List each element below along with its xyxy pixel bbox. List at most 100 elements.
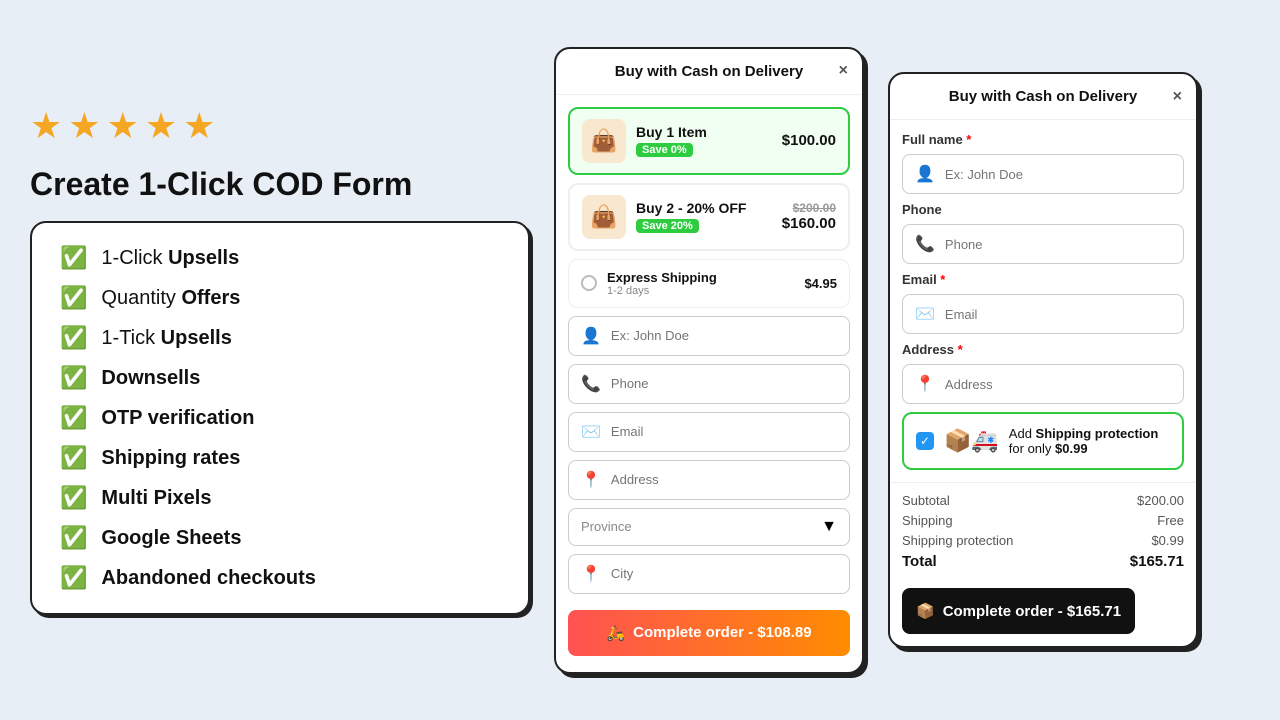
modal1-email-field[interactable]: ✉️ — [568, 412, 850, 452]
modal2-name-field[interactable]: 👤 — [902, 154, 1184, 194]
modal1-title: Buy with Cash on Delivery — [615, 63, 803, 80]
person-icon: 👤 — [581, 326, 601, 346]
order-summary: Subtotal $200.00 Shipping Free Shipping … — [890, 482, 1196, 580]
modal2-phone-input[interactable] — [945, 237, 1171, 252]
modal1-city-input[interactable] — [611, 566, 837, 581]
qty-badge-1: Save 0% — [636, 143, 693, 157]
modal1-phone-input[interactable] — [611, 376, 837, 391]
feature-shipping: ✅ Shipping rates — [60, 445, 500, 471]
check-icon-2: ✅ — [60, 285, 87, 311]
total-value: $165.71 — [1130, 553, 1184, 570]
modal-cod-1: Buy with Cash on Delivery × 👜 Buy 1 Item… — [554, 47, 864, 674]
modal2-body: Full name * 👤 Phone 📞 Email * ✉️ Address… — [890, 120, 1196, 482]
modal2-email-field[interactable]: ✉️ — [902, 294, 1184, 334]
check-icon-9: ✅ — [60, 565, 87, 591]
modal1-name-field[interactable]: 👤 — [568, 316, 850, 356]
city-location-icon: 📍 — [581, 564, 601, 584]
shipping-sub: 1-2 days — [607, 285, 794, 297]
check-icon-5: ✅ — [60, 405, 87, 431]
modal1-header: Buy with Cash on Delivery × — [556, 49, 862, 95]
modal1-province-select[interactable]: Province — [581, 519, 811, 534]
modal2-phone-group: Phone 📞 — [902, 202, 1184, 264]
shipping-option[interactable]: Express Shipping 1-2 days $4.95 — [568, 259, 850, 308]
check-icon-6: ✅ — [60, 445, 87, 471]
modal1-city-field[interactable]: 📍 — [568, 554, 850, 594]
modal-cod-2: Buy with Cash on Delivery × Full name * … — [888, 72, 1198, 648]
star-rating: ★ ★ ★ ★ ★ — [30, 105, 530, 147]
protection-box[interactable]: ✓ 📦🚑 Add Shipping protectionfor only $0.… — [902, 412, 1184, 470]
delivery-icon: 🛵 — [606, 624, 625, 642]
qty-option-2[interactable]: 👜 Buy 2 - 20% OFF Save 20% $200.00 $160.… — [568, 183, 850, 251]
qty-info-2: Buy 2 - 20% OFF Save 20% — [636, 200, 772, 234]
modal2-person-icon: 👤 — [915, 164, 935, 184]
star-2: ★ — [68, 105, 100, 147]
feature-quantity-offers: ✅ Quantity Offers — [60, 285, 500, 311]
star-1: ★ — [30, 105, 62, 147]
phone-icon: 📞 — [581, 374, 601, 394]
page-title: Create 1-Click COD Form — [30, 165, 530, 203]
modal1-email-input[interactable] — [611, 424, 837, 439]
protection-text: Add Shipping protectionfor only $0.99 — [1009, 426, 1159, 456]
shipping-row-summary: Shipping Free — [902, 513, 1184, 528]
modal1-address-input[interactable] — [611, 472, 837, 487]
total-row: Total $165.71 — [902, 553, 1184, 570]
protection-checkbox[interactable]: ✓ — [916, 432, 934, 450]
modal2-phone-label: Phone — [902, 202, 1184, 217]
product-img-1: 👜 — [582, 119, 626, 163]
qty-title-2: Buy 2 - 20% OFF — [636, 200, 772, 216]
shipping-title: Express Shipping — [607, 270, 794, 285]
feature-1tick-upsells: ✅ 1-Tick Upsells — [60, 325, 500, 351]
modal2-email-group: Email * ✉️ — [902, 272, 1184, 334]
check-icon-1: ✅ — [60, 245, 87, 271]
modal2-address-input[interactable] — [945, 377, 1171, 392]
features-box: ✅ 1-Click Upsells ✅ Quantity Offers ✅ 1-… — [30, 221, 530, 615]
star-5: ★ — [183, 105, 215, 147]
qty-option-1[interactable]: 👜 Buy 1 Item Save 0% $100.00 — [568, 107, 850, 175]
location-icon: 📍 — [581, 470, 601, 490]
modal2-email-label: Email * — [902, 272, 1184, 287]
subtotal-row: Subtotal $200.00 — [902, 493, 1184, 508]
modal1-province-field[interactable]: Province ▼ — [568, 508, 850, 546]
qty-badge-2: Save 20% — [636, 219, 699, 233]
modal1-name-input[interactable] — [611, 328, 837, 343]
required-marker-email: * — [940, 272, 945, 287]
shipping-label: Shipping — [902, 513, 953, 528]
protection-label: Shipping protection — [902, 533, 1013, 548]
modal2-close-button[interactable]: × — [1173, 89, 1182, 105]
star-4: ★ — [145, 105, 177, 147]
modal2-header: Buy with Cash on Delivery × — [890, 74, 1196, 120]
modal1-close-button[interactable]: × — [839, 63, 848, 79]
modal2-complete-button[interactable]: 📦 Complete order - $165.71 — [902, 588, 1135, 634]
modal2-email-input[interactable] — [945, 307, 1171, 322]
modal1-body: 👜 Buy 1 Item Save 0% $100.00 👜 Buy 2 - 2… — [556, 95, 862, 672]
modal2-address-group: Address * 📍 — [902, 342, 1184, 404]
modal2-phone-field[interactable]: 📞 — [902, 224, 1184, 264]
shipping-value: Free — [1157, 513, 1184, 528]
modal2-email-icon: ✉️ — [915, 304, 935, 324]
feature-pixels: ✅ Multi Pixels — [60, 485, 500, 511]
qty-title-1: Buy 1 Item — [636, 124, 772, 140]
modal1-complete-button[interactable]: 🛵 Complete order - $108.89 — [568, 610, 850, 656]
feature-abandoned: ✅ Abandoned checkouts — [60, 565, 500, 591]
left-section: ★ ★ ★ ★ ★ Create 1-Click COD Form ✅ 1-Cl… — [30, 105, 530, 615]
check-icon-3: ✅ — [60, 325, 87, 351]
shipping-radio[interactable] — [581, 275, 597, 291]
star-3: ★ — [107, 105, 139, 147]
modal1-address-field[interactable]: 📍 — [568, 460, 850, 500]
modal2-complete-label: Complete order - $165.71 — [943, 603, 1121, 620]
modal1-phone-field[interactable]: 📞 — [568, 364, 850, 404]
feature-otp: ✅ OTP verification — [60, 405, 500, 431]
modal2-address-label: Address * — [902, 342, 1184, 357]
check-icon-8: ✅ — [60, 525, 87, 551]
total-label: Total — [902, 553, 937, 570]
check-icon-4: ✅ — [60, 365, 87, 391]
shipping-info: Express Shipping 1-2 days — [607, 270, 794, 297]
modal2-name-input[interactable] — [945, 167, 1171, 182]
modal2-name-group: Full name * 👤 — [902, 132, 1184, 194]
modal2-name-label: Full name * — [902, 132, 1184, 147]
modal2-address-field[interactable]: 📍 — [902, 364, 1184, 404]
required-marker: * — [966, 132, 971, 147]
modal2-location-icon: 📍 — [915, 374, 935, 394]
shipping-price: $4.95 — [804, 276, 837, 291]
qty-price-2: $200.00 $160.00 — [782, 201, 836, 232]
